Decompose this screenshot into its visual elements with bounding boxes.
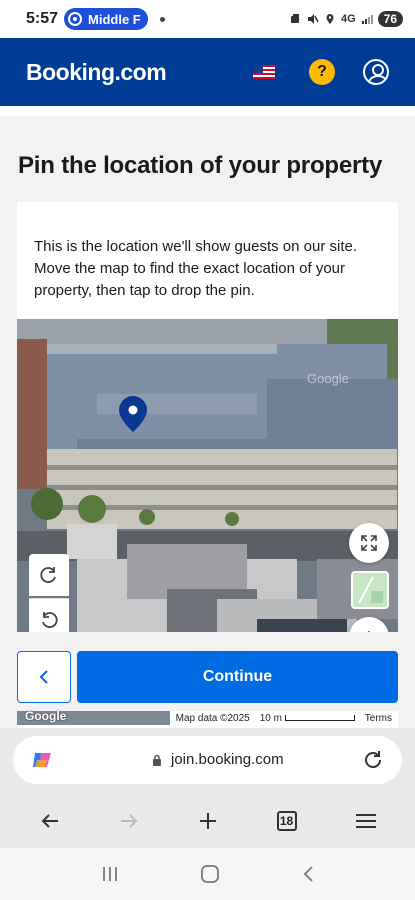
back-icon[interactable] <box>301 865 315 883</box>
header-actions: ? <box>253 59 389 85</box>
location-icon <box>326 14 334 24</box>
continue-button[interactable]: Continue <box>77 651 398 703</box>
rotate-clockwise-icon <box>40 567 56 583</box>
new-tab-button[interactable] <box>188 801 228 841</box>
alarm-icon <box>290 14 299 23</box>
battery-level: 76 <box>377 11 403 27</box>
status-time: 5:57 <box>26 10 59 27</box>
map-layer-toggle[interactable] <box>351 571 389 609</box>
us-flag-icon[interactable] <box>253 65 275 79</box>
google-logo: Google <box>25 709 67 723</box>
location-ring-icon <box>68 12 83 26</box>
tabs-button[interactable]: 18 <box>267 801 307 841</box>
url-text: join.booking.com <box>171 751 284 768</box>
fullscreen-button[interactable] <box>349 523 389 563</box>
account-icon[interactable] <box>363 59 389 85</box>
help-button[interactable]: ? <box>309 59 335 85</box>
recent-apps-icon[interactable] <box>100 866 120 882</box>
network-type: 4G <box>340 13 356 25</box>
map-footer: Google Map data ©2025 10 m Terms <box>17 709 398 725</box>
reload-icon[interactable] <box>362 749 384 771</box>
browser-address-bar: join.booking.com <box>0 728 415 794</box>
notification-dot-icon <box>160 16 166 22</box>
browser-toolbar: 18 <box>0 794 415 848</box>
rotate-clockwise-button[interactable] <box>29 554 69 596</box>
scale-bar <box>284 714 355 721</box>
map-data-text[interactable]: Map data ©2025 <box>176 713 250 724</box>
mute-icon <box>307 14 319 24</box>
plus-icon <box>199 813 216 829</box>
location-description: This is the location we'll show guests o… <box>34 238 358 299</box>
rotate-counterclockwise-icon <box>42 611 58 628</box>
back-button[interactable] <box>17 651 71 703</box>
map-scale[interactable]: 10 m <box>260 713 355 724</box>
booking-logo[interactable]: Booking.com <box>26 59 167 86</box>
location-sharing-pill[interactable]: Middle F <box>64 8 149 30</box>
signal-icon <box>361 15 373 24</box>
home-icon[interactable] <box>200 864 220 884</box>
expand-icon <box>361 535 377 551</box>
browser-back-button[interactable] <box>30 801 70 841</box>
progress-bar <box>0 106 415 222</box>
map-layer-icon <box>353 573 387 607</box>
status-bar: 5:57 Middle F 4G 76 <box>0 0 415 38</box>
chevron-left-icon <box>39 670 48 684</box>
action-bar: Continue <box>0 632 415 714</box>
arrow-left-icon <box>41 814 58 828</box>
copilot-icon[interactable] <box>31 750 53 770</box>
tab-count: 18 <box>276 811 297 831</box>
terms-link[interactable]: Terms <box>365 713 392 724</box>
arrow-right-icon <box>120 814 137 828</box>
map-watermark: Google <box>307 371 349 386</box>
status-right-icons: 4G 76 <box>290 11 403 27</box>
system-navigation-bar <box>0 848 415 900</box>
scale-label: 10 m <box>259 712 282 724</box>
browser-forward-button[interactable] <box>109 801 149 841</box>
map-attribution: Map data ©2025 10 m Terms <box>169 711 398 725</box>
page-title: Pin the location of your property <box>18 152 383 179</box>
site-header: Booking.com ? <box>0 38 415 106</box>
browser-menu-button[interactable] <box>346 801 386 841</box>
hamburger-menu-icon <box>355 814 376 828</box>
url-field[interactable]: join.booking.com <box>13 736 402 784</box>
lock-icon <box>153 754 161 766</box>
location-pill-label: Middle F <box>88 11 141 27</box>
